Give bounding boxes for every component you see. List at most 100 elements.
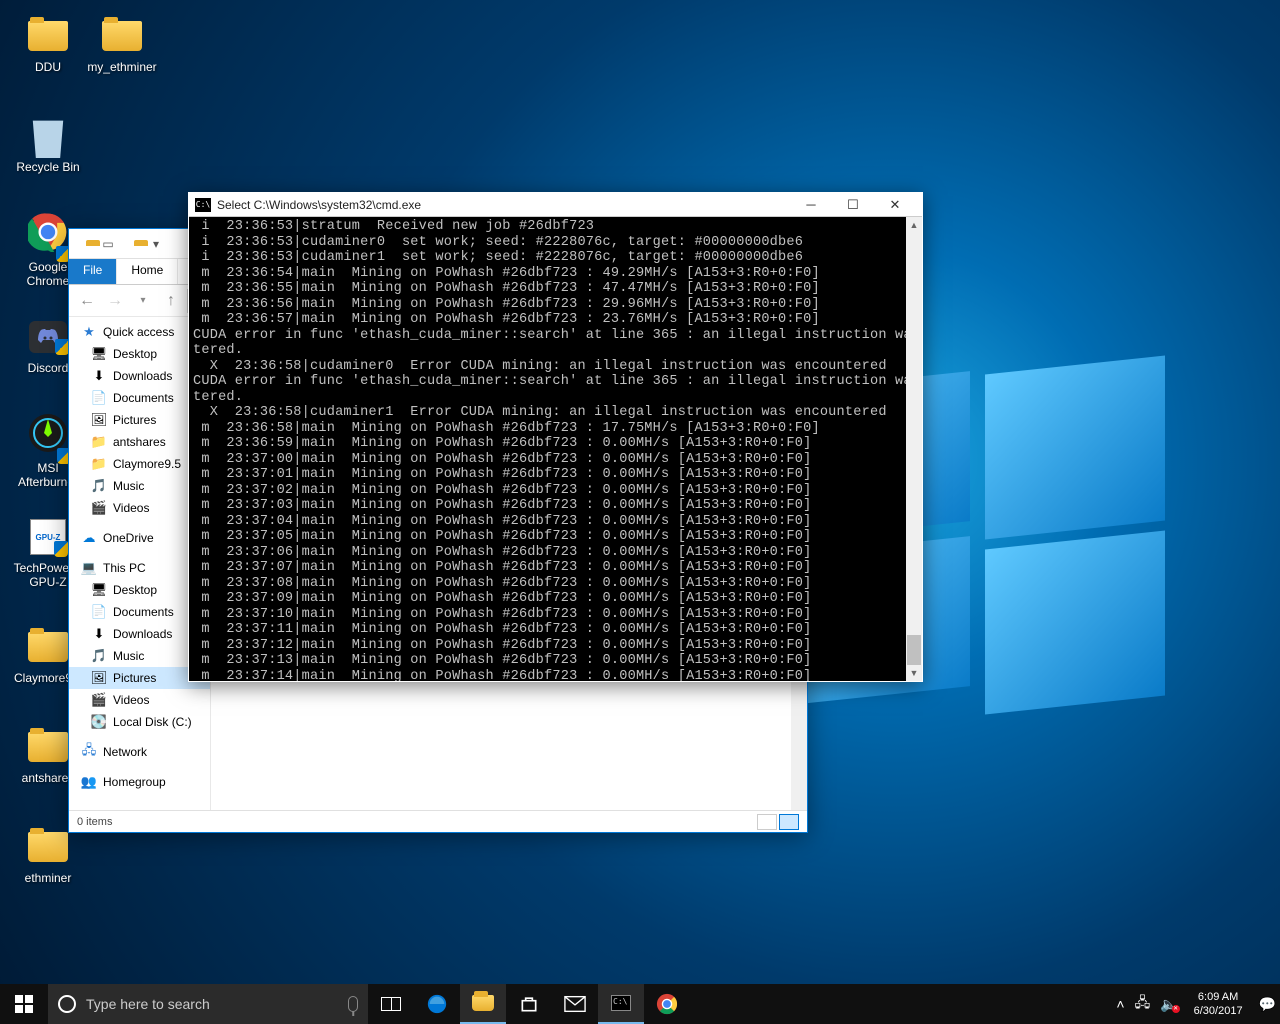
- folder-icon: [27, 15, 69, 57]
- nav-item-label: Claymore9.5: [113, 457, 181, 471]
- folder-icon: [27, 626, 69, 668]
- system-tray[interactable]: ˄ 🖧 🔈✕ 6:09 AM 6/30/2017 💬: [1112, 990, 1280, 1018]
- 🖥-icon: 🖥: [91, 582, 107, 598]
- tray-clock[interactable]: 6:09 AM 6/30/2017: [1188, 990, 1249, 1018]
- desktop-icon-label: ethminer: [12, 871, 84, 885]
- nav-item-label: Quick access: [103, 325, 174, 339]
- task-view-button[interactable]: [368, 984, 414, 1024]
- tab-home[interactable]: Home: [117, 259, 178, 284]
- 🖼-icon: 🖼: [91, 670, 107, 686]
- taskbar-cmd[interactable]: C:\: [598, 984, 644, 1024]
- cmd-window[interactable]: C:\ Select C:\Windows\system32\cmd.exe ─…: [188, 192, 923, 682]
- tab-file[interactable]: File: [69, 259, 117, 284]
- nav-item-label: Desktop: [113, 347, 157, 361]
- desktop-icon-label: my_ethminer: [86, 60, 158, 74]
- nav-item-label: antshares: [113, 435, 166, 449]
- scroll-thumb[interactable]: [907, 635, 921, 665]
- 🎬-icon: 🎬: [91, 692, 107, 708]
- tray-chevron-up-icon[interactable]: ˄: [1116, 996, 1124, 1012]
- discord-icon: [27, 316, 69, 358]
- start-button[interactable]: [0, 984, 48, 1024]
- star-icon: ★: [81, 324, 97, 340]
- nav-item-label: This PC: [103, 561, 146, 575]
- recycle-icon: [27, 115, 69, 157]
- nav-item-label: Music: [113, 479, 144, 493]
- cmd-minimize-button[interactable]: ─: [790, 194, 832, 216]
- nav-item-label: Local Disk (C:): [113, 715, 192, 729]
- qat-properties-icon[interactable]: ▭: [97, 237, 119, 251]
- scroll-up-icon[interactable]: ▲: [906, 217, 922, 233]
- taskbar-search[interactable]: Type here to search: [48, 984, 368, 1024]
- cmd-titlebar[interactable]: C:\ Select C:\Windows\system32\cmd.exe ─…: [189, 193, 922, 217]
- recent-dropdown-icon[interactable]: ▾: [131, 289, 155, 313]
- desktop-icon-label: DDU: [12, 60, 84, 74]
- nav-item-label: OneDrive: [103, 531, 154, 545]
- action-center-icon[interactable]: 💬: [1259, 996, 1276, 1013]
- taskbar-edge[interactable]: [414, 984, 460, 1024]
- nav-item-label: Desktop: [113, 583, 157, 597]
- nav-item-label: Documents: [113, 605, 174, 619]
- item-count-label: 0 items: [77, 816, 112, 828]
- nav-item-label: Videos: [113, 693, 149, 707]
- taskbar[interactable]: Type here to search C:\ ˄ 🖧 🔈✕ 6:09 AM 6…: [0, 984, 1280, 1024]
- nav-item-videos[interactable]: 🎬 Videos: [69, 689, 210, 711]
- nav-network[interactable]: 🖧 Network: [69, 741, 210, 763]
- gpuz-icon: GPU-Z: [27, 516, 69, 558]
- cmd-maximize-button[interactable]: ☐: [832, 194, 874, 216]
- 💽-icon: 💽: [91, 714, 107, 730]
- nav-item-label: Videos: [113, 501, 149, 515]
- nav-item-label: Pictures: [113, 413, 156, 427]
- 🎵-icon: 🎵: [91, 648, 107, 664]
- 🎵-icon: 🎵: [91, 478, 107, 494]
- back-button[interactable]: ←: [75, 289, 99, 313]
- nav-homegroup[interactable]: 👥Homegroup: [69, 771, 210, 793]
- taskbar-mail[interactable]: [552, 984, 598, 1024]
- cmd-close-button[interactable]: ✕: [874, 194, 916, 216]
- cmd-terminal-output[interactable]: i 23:36:53|stratum Received new job #26d…: [189, 217, 906, 681]
- afterburner-icon: [27, 416, 69, 458]
- 📄-icon: 📄: [91, 604, 107, 620]
- 🎬-icon: 🎬: [91, 500, 107, 516]
- view-large-icons-button[interactable]: [779, 814, 799, 830]
- chrome-icon: [27, 215, 69, 257]
- mic-icon[interactable]: [348, 996, 358, 1012]
- ⬇-icon: ⬇: [91, 626, 107, 642]
- pc-icon: 💻: [81, 560, 97, 576]
- folder-icon: [27, 726, 69, 768]
- 📁-icon: 📁: [91, 456, 107, 472]
- desktop-icon-my-ethminer[interactable]: my_ethminer: [86, 15, 158, 74]
- desktop-icon-ethminer[interactable]: ethminer: [12, 826, 84, 885]
- explorer-status-bar: 0 items: [69, 810, 807, 832]
- nav-item-label: Downloads: [113, 369, 172, 383]
- nav-item-local-disk-c-[interactable]: 💽 Local Disk (C:): [69, 711, 210, 733]
- cmd-icon: C:\: [195, 198, 211, 212]
- network-icon: 🖧: [81, 744, 97, 760]
- desktop-icon-recycle-bin[interactable]: Recycle Bin: [12, 115, 84, 174]
- qat-dropdown-icon[interactable]: ▾: [145, 237, 167, 251]
- desktop-icon-ddu[interactable]: DDU: [12, 15, 84, 74]
- desktop-icon-label: Recycle Bin: [12, 160, 84, 174]
- view-details-button[interactable]: [757, 814, 777, 830]
- tray-time: 6:09 AM: [1194, 990, 1243, 1004]
- 📁-icon: 📁: [91, 434, 107, 450]
- 🖥-icon: 🖥: [91, 346, 107, 362]
- taskbar-store[interactable]: [506, 984, 552, 1024]
- nav-item-label: Pictures: [113, 671, 156, 685]
- 📄-icon: 📄: [91, 390, 107, 406]
- tray-network-icon[interactable]: 🖧: [1135, 992, 1151, 1016]
- nav-item-label: Downloads: [113, 627, 172, 641]
- up-button[interactable]: ↑: [159, 289, 183, 313]
- folder-icon: [101, 15, 143, 57]
- nav-item-label: Homegroup: [103, 775, 166, 789]
- cmd-title: Select C:\Windows\system32\cmd.exe: [217, 198, 421, 212]
- 🖼-icon: 🖼: [91, 412, 107, 428]
- nav-item-label: Network: [103, 745, 147, 759]
- taskbar-chrome[interactable]: [644, 984, 690, 1024]
- tray-volume-icon[interactable]: 🔈✕: [1160, 996, 1177, 1013]
- forward-button[interactable]: →: [103, 289, 127, 313]
- nav-item-label: Music: [113, 649, 144, 663]
- taskbar-explorer[interactable]: [460, 984, 506, 1024]
- nav-item-label: Documents: [113, 391, 174, 405]
- cmd-scrollbar[interactable]: ▲ ▼: [906, 217, 922, 681]
- scroll-down-icon[interactable]: ▼: [906, 665, 922, 681]
